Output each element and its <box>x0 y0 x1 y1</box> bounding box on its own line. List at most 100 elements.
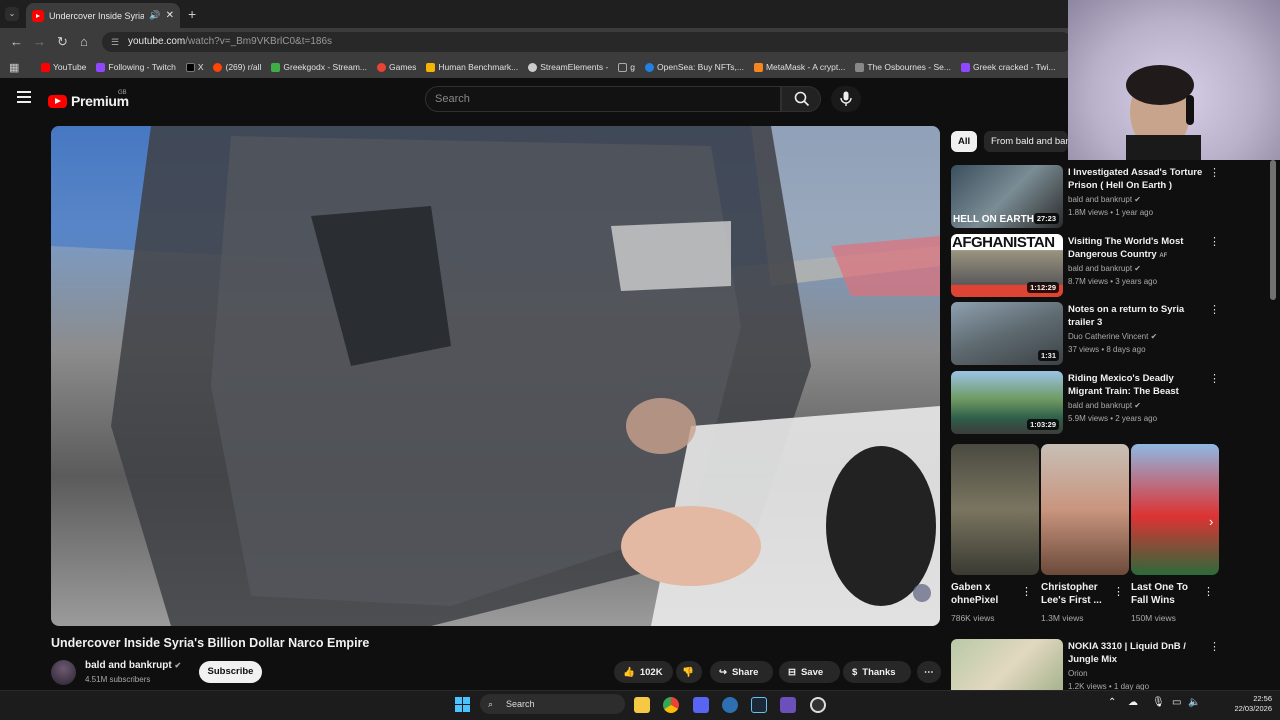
bookmark-greek-cracked[interactable]: Greek cracked - Twi... <box>956 62 1061 72</box>
video-thumbnail[interactable]: 1:03:29 <box>951 371 1063 434</box>
bookmark-twitch[interactable]: Following - Twitch <box>91 62 180 72</box>
speaker-icon[interactable]: 🔊 <box>149 10 160 21</box>
video-thumbnail[interactable] <box>951 639 1063 690</box>
address-input[interactable]: ☰ youtube.com/watch?v=_Bm9VKBrlC0&t=186s <box>102 32 1072 52</box>
site-info-icon[interactable]: ☰ <box>111 32 119 52</box>
short-thumbnail[interactable] <box>951 444 1039 575</box>
short-thumbnail[interactable] <box>1041 444 1129 575</box>
chip-from-channel[interactable]: From bald and bankrupt <box>984 131 1068 152</box>
more-vert-icon[interactable]: ⋮ <box>1209 168 1220 179</box>
bookmark-metamask[interactable]: MetaMask - A crypt... <box>749 62 850 72</box>
short-title[interactable]: Christopher Lee's First ... <box>1041 581 1109 607</box>
search-input[interactable]: Search <box>425 86 781 112</box>
bookmark-games[interactable]: Games <box>372 62 421 72</box>
video-title[interactable]: I Investigated Assad's Torture Prison ( … <box>1068 166 1206 192</box>
channel-name[interactable]: bald and bankrupt ✔ <box>1068 195 1141 204</box>
bookmark-folder-g[interactable]: g <box>613 62 640 72</box>
video-title[interactable]: Riding Mexico's Deadly Migrant Train: Th… <box>1068 372 1206 398</box>
more-vert-icon[interactable]: ⋮ <box>1209 642 1220 653</box>
windows-start-icon[interactable] <box>455 697 470 712</box>
app-icon[interactable] <box>722 697 738 713</box>
more-vert-icon[interactable]: ⋮ <box>1209 237 1220 248</box>
share-button[interactable]: ↪ Share <box>710 661 773 683</box>
bookmark-opensea[interactable]: OpenSea: Buy NFTs,... <box>640 62 749 72</box>
tray-volume-icon[interactable]: 🔈 <box>1188 697 1200 708</box>
like-button[interactable]: 👍 102K <box>614 661 673 683</box>
more-vert-icon[interactable]: ⋮ <box>1113 585 1124 598</box>
more-vert-icon[interactable]: ⋮ <box>1209 374 1220 385</box>
video-title[interactable]: Notes on a return to Syria trailer 3 <box>1068 303 1206 329</box>
browser-tab[interactable]: Undercover Inside Syria's Bi 🔊 ✕ <box>26 3 180 28</box>
bookmark-greekgodx[interactable]: Greekgodx - Stream... <box>266 62 372 72</box>
save-button[interactable]: ⊟ Save <box>779 661 840 683</box>
shorts-next-icon[interactable]: › <box>1209 514 1213 529</box>
channel-name[interactable]: bald and bankrupt ✔ <box>85 660 181 671</box>
bookmark-reddit[interactable]: (269) r/all <box>208 62 266 72</box>
bookmark-youtube[interactable]: YouTube <box>36 62 91 72</box>
video-title[interactable]: NOKIA 3310 | Liquid DnB / Jungle Mix <box>1068 640 1206 666</box>
tab-close-icon[interactable]: ✕ <box>166 10 174 21</box>
bookmark-human-benchmark[interactable]: Human Benchmark... <box>421 62 523 72</box>
bookmark-x[interactable]: X <box>181 62 209 72</box>
subscribe-button[interactable]: Subscribe <box>199 661 262 683</box>
list-item[interactable]: AFGHANISTAN 1:12:29 Visiting The World's… <box>951 234 1251 297</box>
short-title[interactable]: Gaben x ohnePixel <box>951 581 1013 607</box>
more-vert-icon[interactable]: ⋮ <box>1021 585 1032 598</box>
chip-all[interactable]: All <box>951 131 978 152</box>
forward-icon[interactable]: → <box>33 34 46 50</box>
menu-icon[interactable] <box>17 91 31 103</box>
video-title[interactable]: Visiting The World's Most Dangerous Coun… <box>1068 235 1206 263</box>
channel-watermark-icon[interactable] <box>913 584 931 602</box>
reload-icon[interactable]: ↻ <box>57 34 68 50</box>
list-item[interactable]: NOKIA 3310 | Liquid DnB / Jungle Mix Ori… <box>951 639 1251 690</box>
home-icon[interactable]: ⌂ <box>80 34 88 50</box>
more-vert-icon[interactable]: ⋮ <box>1209 305 1220 316</box>
video-thumbnail[interactable]: 1:31 <box>951 302 1063 365</box>
steam-icon[interactable] <box>751 697 767 713</box>
chrome-icon[interactable] <box>663 697 679 713</box>
thanks-button[interactable]: $ Thanks <box>843 661 911 683</box>
channel-name[interactable]: bald and bankrupt ✔ <box>1068 401 1141 410</box>
channel-avatar[interactable] <box>51 660 76 685</box>
bookmark-osbournes[interactable]: The Osbournes - Se... <box>850 62 956 72</box>
back-icon[interactable]: ← <box>10 34 23 50</box>
search-icon <box>794 91 810 107</box>
short-title[interactable]: Last One To Fall Wins <box>1131 581 1201 607</box>
clock-date: 22/03/2026 <box>1234 704 1272 713</box>
dislike-button[interactable]: 👎 <box>676 661 702 683</box>
taskbar-search[interactable]: ⌕ Search <box>480 694 625 714</box>
page-scrollbar[interactable] <box>1270 160 1276 300</box>
more-actions-button[interactable]: ⋯ <box>917 661 941 683</box>
tab-search-icon[interactable]: ⌄ <box>5 7 19 21</box>
short-thumbnail[interactable] <box>1131 444 1219 575</box>
video-thumbnail[interactable]: AFGHANISTAN 1:12:29 <box>951 234 1063 297</box>
channel-name[interactable]: Orion <box>1068 669 1088 678</box>
duration-badge: 27:23 <box>1033 213 1059 224</box>
search-button[interactable] <box>781 86 821 112</box>
new-tab-icon[interactable]: + <box>188 6 196 22</box>
list-item[interactable]: HELL ON EARTH 27:23 I Investigated Assad… <box>951 165 1251 228</box>
short-views: 1.3M views <box>1041 613 1084 623</box>
taskbar-clock[interactable]: 22:56 22/03/2026 <box>1228 694 1272 714</box>
more-vert-icon[interactable]: ⋮ <box>1203 585 1214 598</box>
discord-icon[interactable] <box>693 697 709 713</box>
youtube-premium-logo[interactable]: Premium <box>48 93 129 109</box>
tray-network-icon[interactable]: ▭ <box>1172 697 1181 708</box>
voice-search-button[interactable] <box>831 86 861 112</box>
video-player[interactable] <box>51 126 940 626</box>
bookmark-streamelements[interactable]: StreamElements - <box>523 62 613 72</box>
list-item[interactable]: 1:31 Notes on a return to Syria trailer … <box>951 302 1251 365</box>
streamelements-logo-icon <box>528 62 538 72</box>
tray-mic-icon[interactable]: 🎙 <box>1152 697 1165 708</box>
apps-grid-icon[interactable]: ▦ <box>9 61 19 74</box>
file-explorer-icon[interactable] <box>634 697 650 713</box>
list-item[interactable]: 1:03:29 Riding Mexico's Deadly Migrant T… <box>951 371 1251 434</box>
video-thumbnail[interactable]: HELL ON EARTH 27:23 <box>951 165 1063 228</box>
channel-name[interactable]: Duo Catherine Vincent ✔ <box>1068 332 1157 341</box>
youtube-logo-icon <box>48 94 67 108</box>
tray-chevron-icon[interactable]: ⌃ <box>1108 697 1116 708</box>
record-icon[interactable] <box>810 697 826 713</box>
grid-app-icon[interactable] <box>780 697 796 713</box>
channel-name[interactable]: bald and bankrupt ✔ <box>1068 264 1141 273</box>
tray-cloud-icon[interactable]: ☁ <box>1128 697 1138 708</box>
